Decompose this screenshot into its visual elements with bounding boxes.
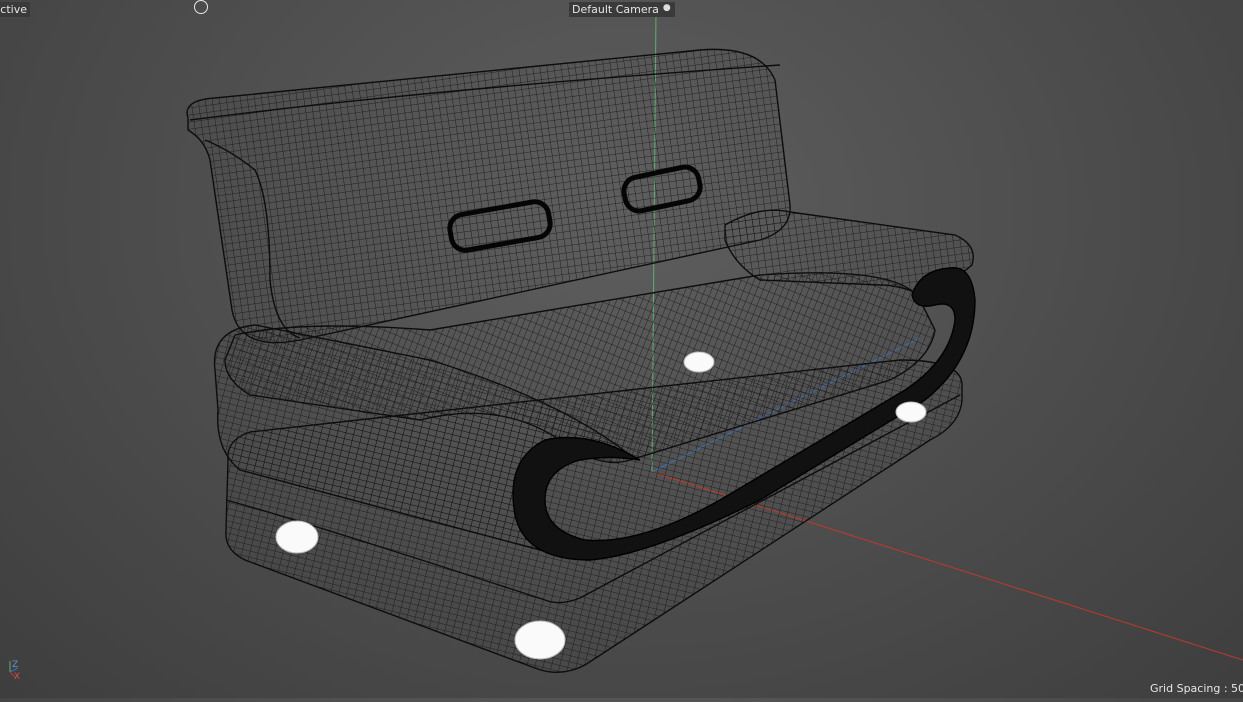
- navigation-circle-icon[interactable]: [194, 0, 208, 14]
- foot-front: [514, 620, 566, 660]
- axis-gizmo-icon: Z X: [9, 660, 20, 680]
- camera-label[interactable]: Default Camera ●: [569, 2, 675, 17]
- grid-spacing-readout: Grid Spacing : 50 cm: [1150, 682, 1243, 695]
- foot-back-left: [275, 520, 319, 554]
- camera-name: Default Camera: [572, 3, 659, 16]
- foot-back-right: [895, 401, 927, 423]
- camera-icon[interactable]: ●: [663, 4, 672, 13]
- view-mode-text: Perspective: [0, 3, 27, 16]
- view-mode-label[interactable]: Perspective: [0, 2, 30, 17]
- foot-center: [683, 351, 715, 373]
- sofa-wireframe[interactable]: [186, 48, 976, 673]
- 3d-viewport[interactable]: Perspective Default Camera ● Grid Spacin…: [0, 0, 1243, 698]
- gizmo-x-label: X: [14, 672, 20, 680]
- scene: [186, 9, 1243, 673]
- grid-spacing-text: Grid Spacing : 50 cm: [1150, 682, 1243, 695]
- gizmo-z-label: Z: [12, 660, 18, 670]
